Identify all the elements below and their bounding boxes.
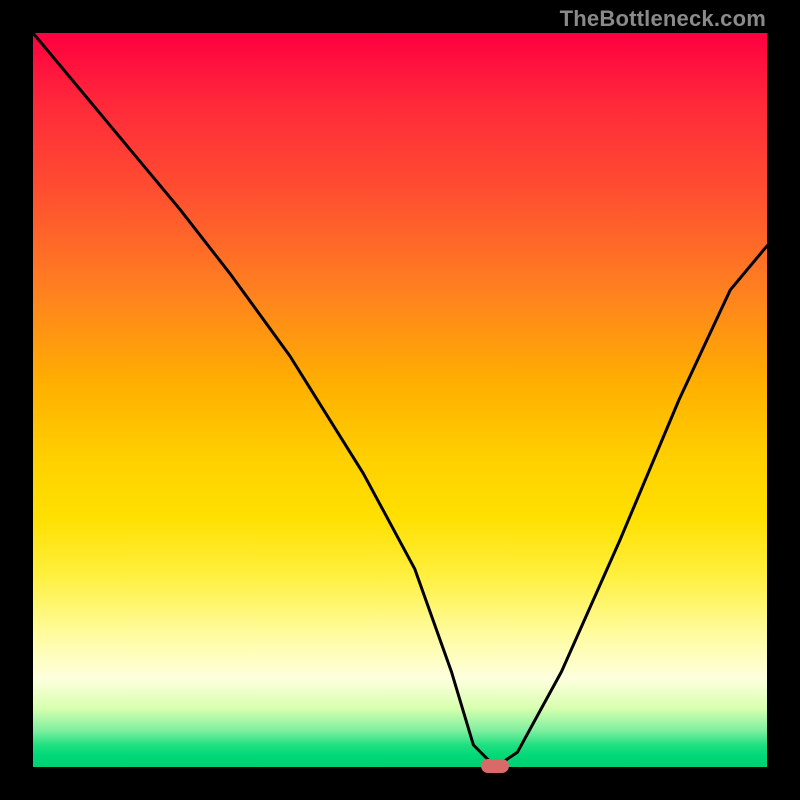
watermark-text: TheBottleneck.com <box>560 6 766 32</box>
bottleneck-curve <box>33 33 767 767</box>
plot-area <box>33 33 767 767</box>
chart-frame: TheBottleneck.com <box>0 0 800 800</box>
curve-svg <box>33 33 767 767</box>
min-marker <box>481 759 509 773</box>
